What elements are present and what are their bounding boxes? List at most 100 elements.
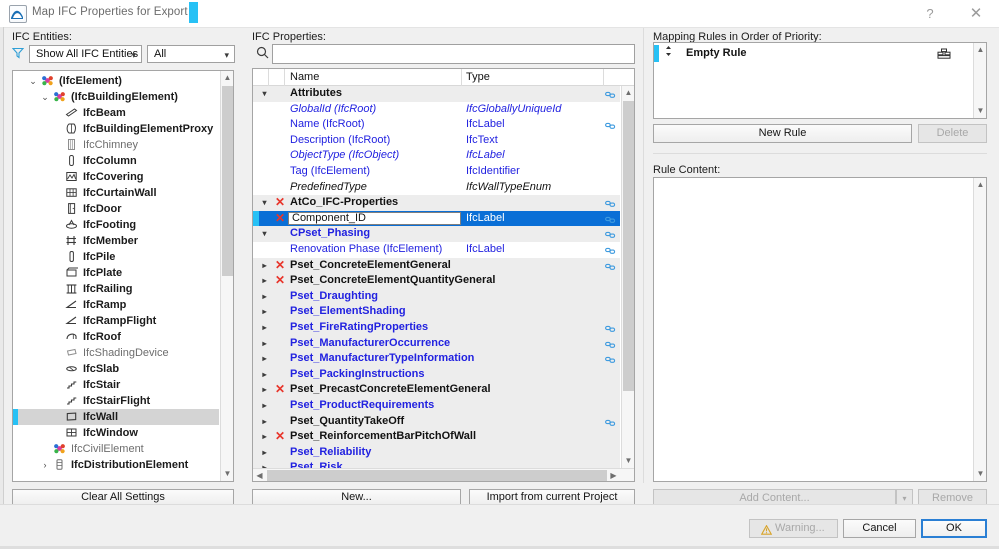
chevron-right-icon[interactable]: ▸ [259, 429, 270, 445]
tree-item-ifcwall[interactable]: IfcWall [13, 409, 219, 425]
tree-item-ifcfooting[interactable]: IfcFooting [13, 217, 219, 233]
chevron-right-icon[interactable]: ▸ [259, 382, 270, 398]
property-row[interactable]: Tag (IfcElement) IfcIdentifier [253, 164, 620, 180]
property-name-edit-input[interactable]: Component_ID [288, 211, 461, 226]
column-header-name[interactable]: Name [290, 69, 319, 86]
property-row[interactable]: ▸ Pset_Reliability [253, 444, 620, 461]
not-exported-icon[interactable]: ✕ [274, 382, 286, 398]
tree-item-ifcwindow[interactable]: IfcWindow [13, 425, 219, 441]
chevron-right-icon[interactable]: ▸ [259, 414, 270, 430]
property-row[interactable]: ▸ ✕ Pset_ConcreteElementGeneral [253, 257, 620, 274]
tree-item-ifcelement[interactable]: ⌄ (IfcElement) [13, 73, 219, 89]
tree-item-ifcstairflight[interactable]: IfcStairFlight [13, 393, 219, 409]
scroll-thumb[interactable] [222, 86, 233, 276]
tree-item-ifccolumn[interactable]: IfcColumn [13, 153, 219, 169]
scroll-right-icon[interactable]: ▶ [607, 469, 620, 481]
tree-item-ifcplate[interactable]: IfcPlate [13, 265, 219, 281]
property-row[interactable]: ▸ Pset_ManufacturerTypeInformation [253, 351, 620, 367]
mapping-rule-row[interactable]: Empty Rule [654, 45, 973, 62]
chevron-right-icon[interactable]: ▸ [259, 336, 270, 352]
scroll-down-icon[interactable]: ▼ [221, 467, 233, 481]
tree-item-ifcshadingdevice[interactable]: IfcShadingDevice [13, 345, 219, 361]
chevron-right-icon[interactable]: › [39, 457, 51, 473]
tree-item-ifcbuildingelementproxy[interactable]: IfcBuildingElementProxy [13, 121, 219, 137]
chevron-right-icon[interactable]: ▸ [259, 445, 270, 461]
scope-filter-dropdown[interactable]: All ▾ [147, 45, 235, 63]
scroll-down-icon[interactable]: ▼ [622, 454, 634, 468]
chevron-right-icon[interactable]: ▸ [259, 367, 270, 383]
tree-item-ifccovering[interactable]: IfcCovering [13, 169, 219, 185]
property-row[interactable]: ▾ Attributes [253, 86, 620, 102]
chevron-right-icon[interactable]: ▸ [259, 351, 270, 367]
mapping-rules-list[interactable]: Empty Rule ▲ ▼ [653, 42, 987, 119]
property-row[interactable]: ▾ CPset_Phasing [253, 226, 620, 242]
column-header-type[interactable]: Type [466, 69, 490, 86]
property-row[interactable]: ObjectType (IfcObject) IfcLabel [253, 148, 620, 164]
property-row[interactable]: ▸ Pset_ElementShading [253, 304, 620, 320]
tree-item-ifcchimney[interactable]: IfcChimney [13, 137, 219, 153]
scroll-up-icon[interactable]: ▲ [974, 43, 986, 57]
chevron-down-icon[interactable]: ⌄ [27, 73, 39, 89]
scroll-left-icon[interactable]: ◀ [253, 469, 266, 481]
property-row[interactable]: ▸ Pset_ProductRequirements [253, 398, 620, 414]
tree-item-ifcmember[interactable]: IfcMember [13, 233, 219, 249]
rule-stack-icon[interactable] [937, 48, 951, 65]
entity-filter-dropdown[interactable]: Show All IFC Entities ▾ [29, 45, 142, 63]
scroll-up-icon[interactable]: ▲ [221, 71, 233, 85]
tree-item-ifcdoor[interactable]: IfcDoor [13, 201, 219, 217]
chevron-down-icon[interactable]: ▾ [259, 86, 270, 102]
property-row[interactable]: ▸ Pset_QuantityTakeOff [253, 413, 620, 430]
new-rule-button[interactable]: New Rule [653, 124, 912, 143]
tree-item-ifcrailing[interactable]: IfcRailing [13, 281, 219, 297]
tree-item-ifcbuildingelement[interactable]: ⌄ (IfcBuildingElement) [13, 89, 219, 105]
rules-vertical-scrollbar[interactable]: ▲ ▼ [973, 43, 986, 118]
chevron-down-icon[interactable]: ▾ [259, 226, 270, 242]
chevron-down-icon[interactable]: ▾ [259, 195, 270, 211]
property-row[interactable]: ▸ ✕ Pset_ReinforcementBarPitchOfWall [253, 429, 620, 445]
property-row[interactable]: ▸ Pset_Risk [253, 460, 620, 468]
property-row[interactable]: ✕ Component_ID IfcLabel [253, 210, 620, 227]
property-row[interactable]: ▸ Pset_Draughting [253, 288, 620, 305]
tree-item-ifccurtainwall[interactable]: IfcCurtainWall [13, 185, 219, 201]
tree-item-ifccivilelement[interactable]: IfcCivilElement [13, 441, 219, 457]
property-row[interactable]: ▸ ✕ Pset_PrecastConcreteElementGeneral [253, 382, 620, 398]
properties-vertical-scrollbar[interactable]: ▲ ▼ [621, 86, 634, 468]
tree-item-ifcrampflight[interactable]: IfcRampFlight [13, 313, 219, 329]
reorder-handle-icon[interactable] [663, 45, 673, 63]
properties-horizontal-scrollbar[interactable]: ◀ ▶ [253, 468, 634, 481]
tree-item-ifcstair[interactable]: IfcStair [13, 377, 219, 393]
ifc-properties-grid[interactable]: Name Type ▾ Attributes GlobalId (IfcRoot) I… [252, 68, 635, 482]
chevron-right-icon[interactable]: ▸ [259, 258, 270, 274]
cancel-button[interactable]: Cancel [843, 519, 916, 538]
tree-item-ifcramp[interactable]: IfcRamp [13, 297, 219, 313]
ifc-entities-tree[interactable]: ⌄ (IfcElement) ⌄ (IfcBuildingElement) IfcBea… [12, 70, 234, 482]
property-row[interactable]: ▸ Pset_PackingInstructions [253, 366, 620, 383]
property-row[interactable]: Renovation Phase (IfcElement) IfcLabel [253, 242, 620, 258]
ok-button[interactable]: OK [921, 519, 987, 538]
help-button[interactable]: ? [907, 0, 953, 27]
chevron-down-icon[interactable]: ⌄ [39, 89, 51, 105]
tree-vertical-scrollbar[interactable]: ▲ ▼ [220, 71, 233, 481]
property-row[interactable]: ▸ ✕ Pset_ConcreteElementQuantityGeneral [253, 273, 620, 289]
rule-content-area[interactable]: ▲ ▼ [653, 177, 987, 482]
scroll-up-icon[interactable]: ▲ [974, 178, 986, 192]
not-exported-icon[interactable]: ✕ [274, 273, 286, 289]
property-row[interactable]: ▾ ✕ AtCo_IFC-Properties [253, 195, 620, 211]
chevron-right-icon[interactable]: ▸ [259, 398, 270, 414]
property-row[interactable]: ▸ Pset_ManufacturerOccurrence [253, 335, 620, 352]
not-exported-icon[interactable]: ✕ [274, 258, 286, 274]
property-row[interactable]: Name (IfcRoot) IfcLabel [253, 117, 620, 133]
property-row[interactable]: GlobalId (IfcRoot) IfcGloballyUniqueId [253, 102, 620, 118]
properties-search-input[interactable] [272, 44, 635, 64]
property-row[interactable]: PredefinedType IfcWallTypeEnum [253, 180, 620, 196]
not-exported-icon[interactable]: ✕ [274, 211, 286, 227]
tree-item-ifcslab[interactable]: IfcSlab [13, 361, 219, 377]
chevron-right-icon[interactable]: ▸ [259, 273, 270, 289]
scroll-up-icon[interactable]: ▲ [622, 86, 634, 100]
scroll-down-icon[interactable]: ▼ [974, 467, 986, 481]
scroll-thumb[interactable] [267, 470, 607, 481]
chevron-right-icon[interactable]: ▸ [259, 460, 270, 468]
scroll-down-icon[interactable]: ▼ [974, 104, 986, 118]
chevron-right-icon[interactable]: ▸ [259, 289, 270, 305]
tree-item-ifcroof[interactable]: IfcRoof [13, 329, 219, 345]
